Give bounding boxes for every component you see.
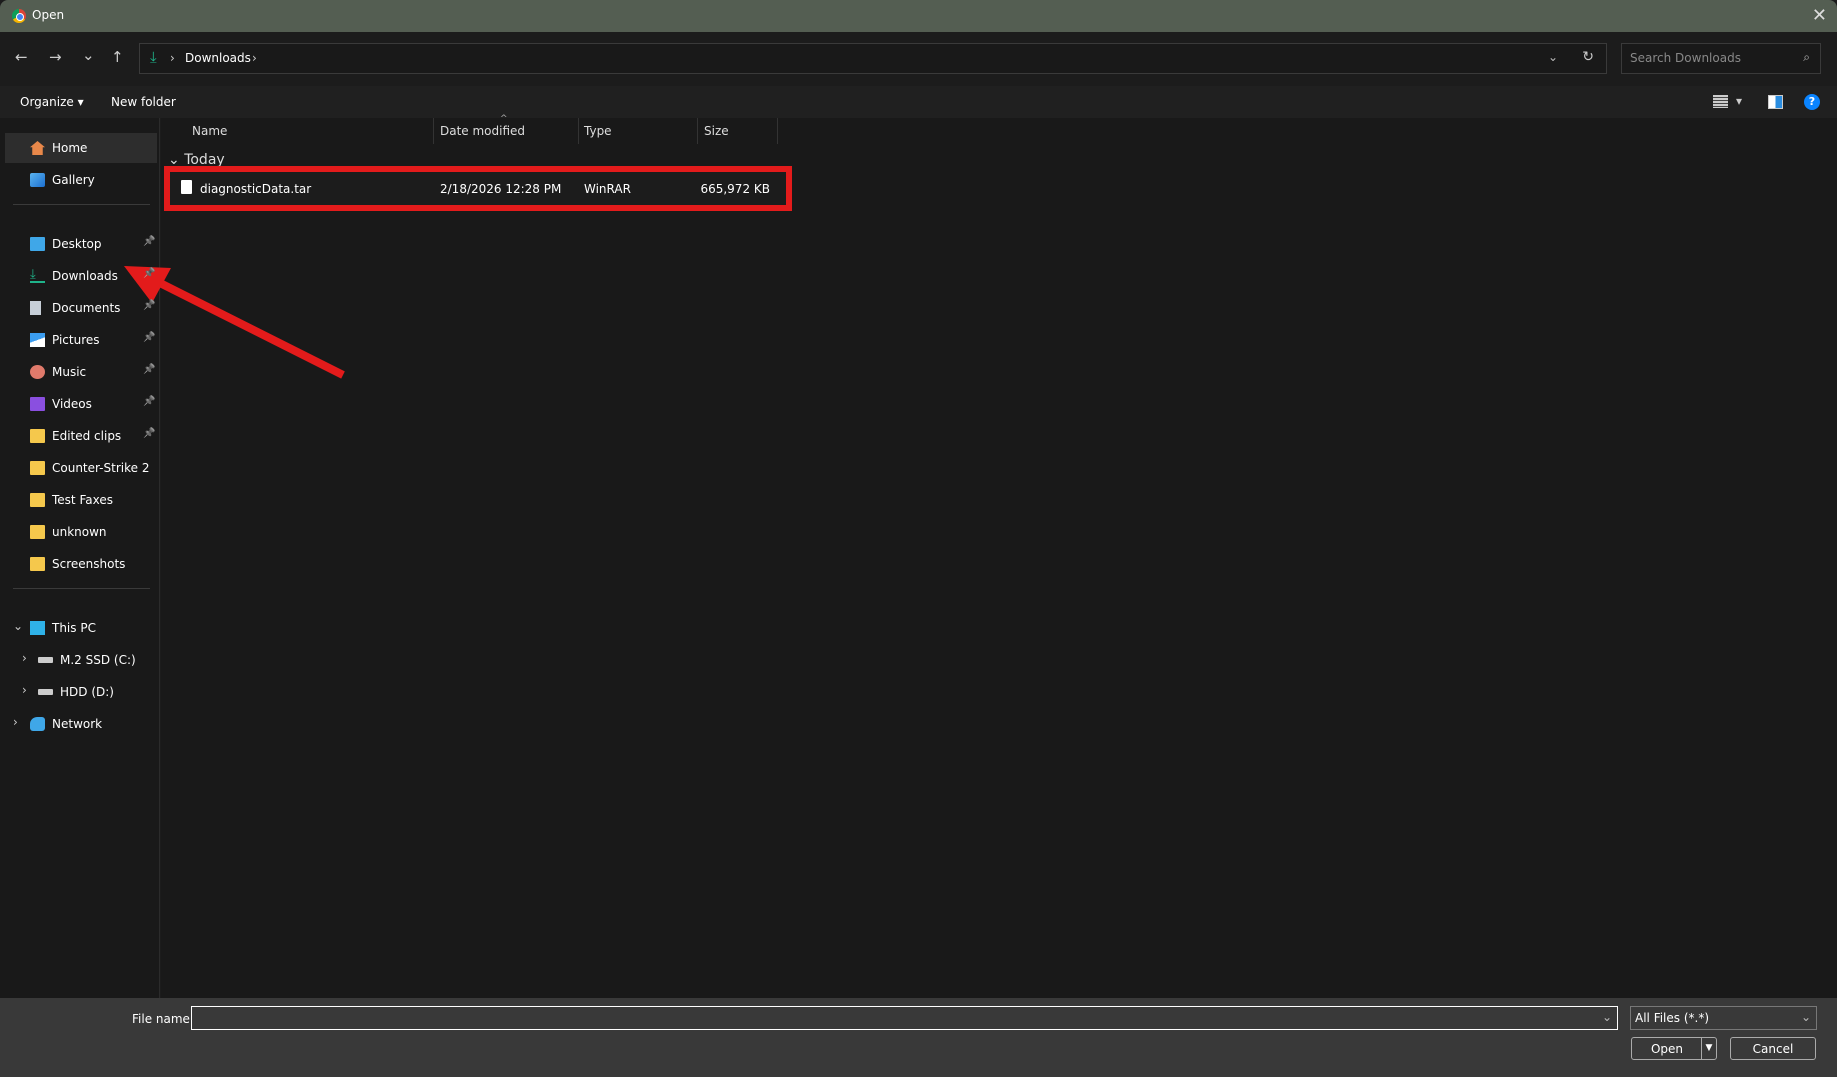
sidebar-item-home[interactable]: Home	[5, 133, 157, 163]
file-type-select[interactable]: All Files (*.*) ⌄	[1630, 1006, 1817, 1030]
chevron-right-icon[interactable]: ›	[13, 715, 18, 729]
sidebar-item-label: Counter-Strike 2	[52, 461, 150, 475]
sidebar-item-label: M.2 SSD (C:)	[60, 653, 136, 667]
music-icon	[30, 365, 45, 379]
sidebar-item-label: Screenshots	[52, 557, 126, 571]
sidebar-item-label: Home	[52, 141, 88, 155]
file-name-label: File name:	[132, 1012, 194, 1026]
pin-icon: 📌	[143, 236, 156, 247]
sidebar-item-downloads[interactable]: ⤓ Downloads 📌	[5, 261, 157, 291]
open-button[interactable]: Open ▼	[1631, 1037, 1717, 1060]
file-type-value: All Files (*.*)	[1635, 1011, 1710, 1025]
pictures-icon	[30, 333, 45, 347]
pin-icon: 📌	[143, 300, 156, 311]
sidebar-item-music[interactable]: Music 📌	[5, 357, 157, 387]
sidebar-item-label: Videos	[52, 397, 92, 411]
folder-icon	[30, 493, 45, 507]
sidebar-item-label: Documents	[52, 301, 121, 315]
home-icon	[30, 141, 45, 155]
chevron-down-icon[interactable]: ⌄	[1602, 1010, 1612, 1024]
pin-icon: 📌	[143, 268, 156, 279]
desktop-icon	[30, 237, 45, 251]
sidebar-item-network[interactable]: Network ›	[5, 709, 157, 739]
chevron-down-icon[interactable]: ⌄	[13, 619, 23, 633]
sidebar-item-label: This PC	[52, 621, 96, 635]
sidebar-item-counter-strike-2[interactable]: Counter-Strike 2	[5, 453, 157, 483]
chevron-right-icon[interactable]: ›	[22, 683, 27, 697]
sidebar-item-screenshots[interactable]: Screenshots	[5, 549, 157, 579]
sidebar-item-hdd-d-[interactable]: HDD (D:) ›	[5, 677, 157, 707]
sidebar-item-test-faxes[interactable]: Test Faxes	[5, 485, 157, 515]
pin-icon: 📌	[143, 428, 156, 439]
download-icon: ⤓	[30, 268, 45, 283]
sidebar-item-label: Edited clips	[52, 429, 122, 443]
sidebar-item-label: Gallery	[52, 173, 95, 187]
sidebar-item-label: Music	[52, 365, 87, 379]
sidebar-item-label: Pictures	[52, 333, 100, 347]
sidebar-item-gallery[interactable]: Gallery	[5, 165, 157, 195]
chevron-right-icon[interactable]: ›	[22, 651, 27, 665]
sidebar-item-label: Network	[52, 717, 103, 731]
sidebar-item-label: HDD (D:)	[60, 685, 114, 699]
sidebar-item-documents[interactable]: Documents 📌	[5, 293, 157, 323]
sidebar-item-m-2-ssd-c-[interactable]: M.2 SSD (C:) ›	[5, 645, 157, 675]
folder-icon	[30, 429, 45, 443]
sidebar-item-videos[interactable]: Videos 📌	[5, 389, 157, 419]
open-dropdown-icon[interactable]: ▼	[1701, 1038, 1716, 1059]
pin-icon: 📌	[143, 396, 156, 407]
sidebar-item-this-pc[interactable]: This PC ⌄	[5, 613, 157, 643]
sidebar-item-label: unknown	[52, 525, 107, 539]
drive-icon	[38, 657, 53, 663]
sidebar-item-pictures[interactable]: Pictures 📌	[5, 325, 157, 355]
chevron-down-icon: ⌄	[1800, 1010, 1811, 1024]
folder-icon	[30, 525, 45, 539]
sidebar-item-label: Desktop	[52, 237, 102, 251]
sidebar-item-edited-clips[interactable]: Edited clips 📌	[5, 421, 157, 451]
file-name-input[interactable]: ⌄	[191, 1006, 1618, 1030]
folder-icon	[30, 461, 45, 475]
pc-icon	[30, 621, 45, 635]
sidebar-item-desktop[interactable]: Desktop 📌	[5, 229, 157, 259]
drive-icon	[38, 689, 53, 695]
folder-icon	[30, 557, 45, 571]
cancel-button[interactable]: Cancel	[1730, 1037, 1816, 1060]
videos-icon	[30, 397, 45, 411]
pin-icon: 📌	[143, 364, 156, 375]
sidebar-item-label: Downloads	[52, 269, 118, 283]
gallery-icon	[30, 173, 45, 187]
documents-icon	[30, 301, 41, 315]
annotation-arrow	[124, 266, 345, 379]
arrow-shaft	[158, 279, 345, 379]
network-icon	[30, 717, 45, 731]
open-label: Open	[1650, 1042, 1684, 1056]
sidebar-item-unknown[interactable]: unknown	[5, 517, 157, 547]
sidebar-item-label: Test Faxes	[52, 493, 113, 507]
pin-icon: 📌	[143, 332, 156, 343]
